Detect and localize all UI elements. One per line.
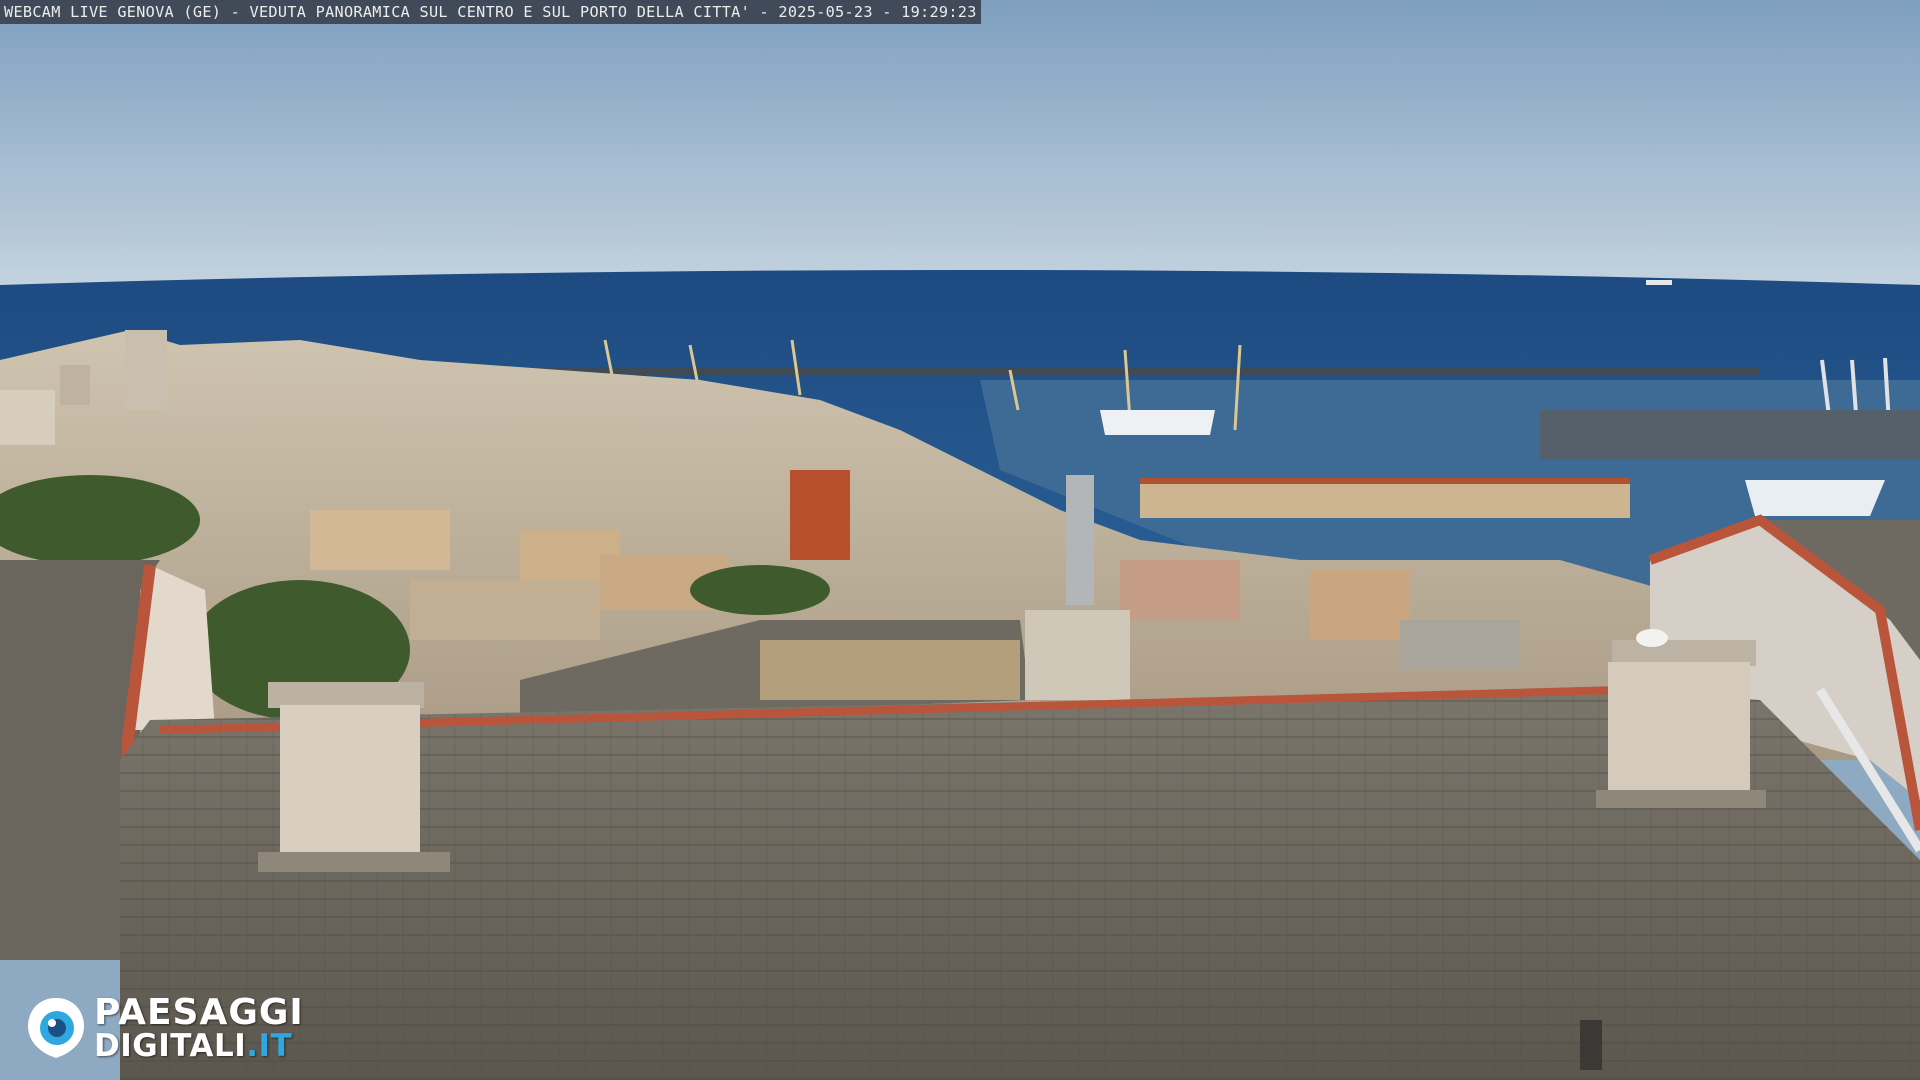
cruise-ship xyxy=(1100,410,1215,435)
chimney-pipe xyxy=(1066,475,1094,605)
eye-icon xyxy=(28,998,84,1058)
ferry xyxy=(1745,480,1885,516)
logo-text-top: PAESAGGI xyxy=(94,992,304,1033)
paesaggi-digitali-logo: PAESAGGI DIGITALI.IT xyxy=(26,992,336,1064)
chimney-right xyxy=(1596,640,1766,808)
webcam-scene xyxy=(0,0,1920,1080)
harbour-warehouse xyxy=(1140,480,1630,518)
logo-text-main: DIGITALI xyxy=(94,1028,247,1064)
roof-vent xyxy=(1580,1020,1602,1070)
breakwater xyxy=(520,368,1760,376)
logo-text-bottom: DIGITALI.IT xyxy=(94,1028,292,1064)
logo-text-suffix: .IT xyxy=(246,1028,293,1064)
webcam-caption-bar: WEBCAM LIVE GENOVA (GE) - VEDUTA PANORAM… xyxy=(0,0,981,24)
distant-ship xyxy=(1646,280,1672,285)
container-terminal xyxy=(1540,410,1920,460)
seagull xyxy=(1636,629,1668,647)
chimney-block-center xyxy=(1025,610,1130,700)
webcam-caption: WEBCAM LIVE GENOVA (GE) - VEDUTA PANORAM… xyxy=(4,3,977,21)
sky xyxy=(0,0,1920,290)
